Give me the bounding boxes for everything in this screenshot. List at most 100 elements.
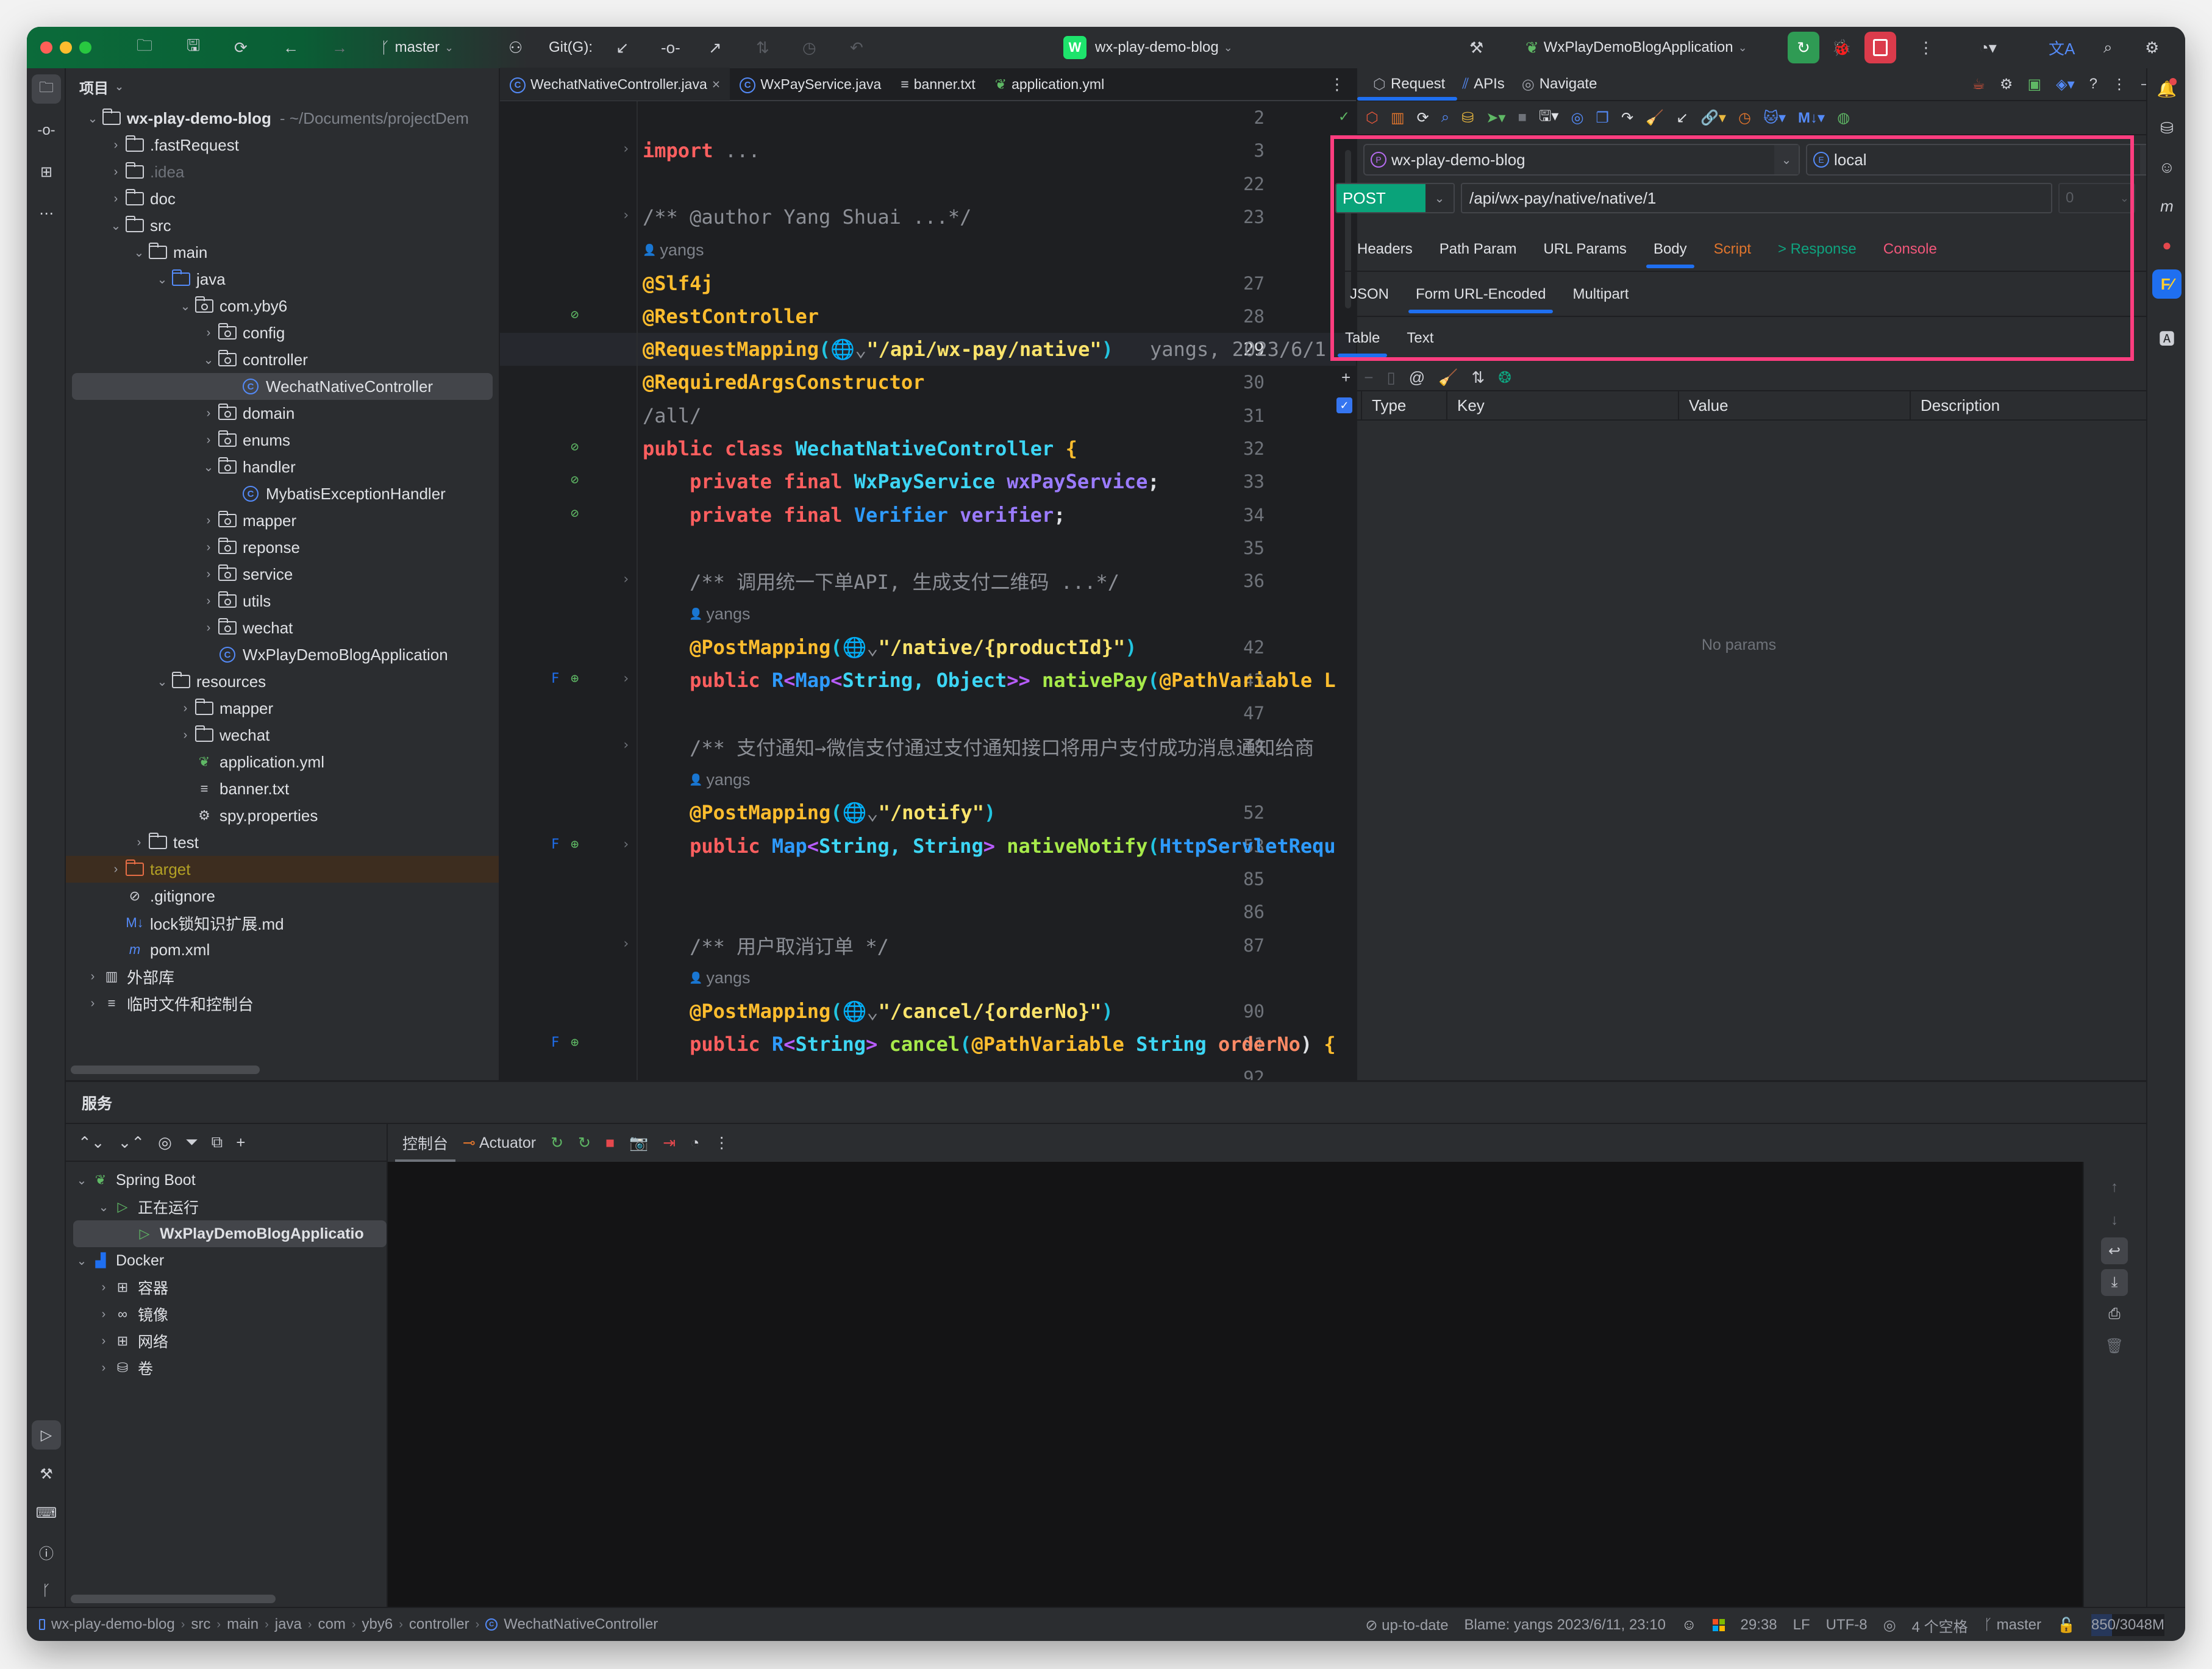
branch-selector[interactable]: ᚴ master ⌄ — [380, 27, 454, 68]
close-tab-icon[interactable]: × — [712, 76, 720, 93]
service-tree-item[interactable]: › ⊞ 网络 — [66, 1328, 387, 1354]
breadcrumb-item[interactable]: WechatNativeController — [504, 1616, 658, 1633]
tree-item[interactable]: ⚙ spy.properties — [66, 802, 499, 829]
code-line[interactable]: /** 调用统一下单API, 生成支付二维码 ...*/ — [643, 564, 1119, 597]
problems-icon[interactable]: ⓘ — [32, 1537, 61, 1567]
tree-item[interactable]: › wechat — [66, 614, 499, 641]
fold-toggle-icon[interactable]: › — [622, 572, 630, 587]
tree-item[interactable]: C MybatisExceptionHandler — [66, 480, 499, 507]
breadcrumb-item[interactable]: wx-play-demo-blog — [51, 1616, 175, 1633]
breadcrumb-item[interactable]: java — [275, 1616, 302, 1633]
code-line[interactable]: /** 用户取消订单 */ — [643, 929, 889, 962]
more-actions-icon[interactable]: ⋮ — [1918, 27, 1934, 68]
chevron-right-icon[interactable]: › — [200, 326, 217, 340]
tree-item[interactable]: ⌄ handler — [66, 454, 499, 480]
code-line[interactable]: public Map < String, String > nativeNotify(… — [643, 830, 1336, 863]
git-commit-icon[interactable]: -o- — [661, 27, 680, 68]
editor-tab[interactable]: C WechatNativeController.java × — [500, 68, 730, 101]
tree-item[interactable]: C WechatNativeController — [72, 373, 493, 400]
view-options-icon[interactable]: ◎ — [158, 1133, 172, 1152]
code-line[interactable]: private final Verifier verifier; — [643, 499, 1066, 532]
code-editor[interactable]: ✓ 2 3 › import ... 22 23 ›/** @author Yang Shu… — [500, 101, 1356, 1080]
markdown-export-icon[interactable]: M↓▾ — [1798, 109, 1825, 127]
remove-param-icon[interactable]: − — [1364, 368, 1373, 387]
chevron-right-icon[interactable]: › — [95, 1281, 112, 1295]
service-tree-item[interactable]: › ⊞ 容器 — [66, 1274, 387, 1301]
chevron-down-icon[interactable]: ⌄ — [130, 245, 148, 260]
notifications-bell-icon[interactable]: 🔔 — [2152, 74, 2182, 104]
tab-multipart[interactable]: Multipart — [1559, 273, 1642, 316]
clear-console-icon[interactable]: 🗑 — [2101, 1333, 2128, 1359]
tree-item[interactable]: ≡ banner.txt — [66, 775, 499, 802]
chevron-down-icon[interactable]: ⌄ — [73, 1173, 90, 1188]
git-branch-status[interactable]: ᚴ master — [1984, 1617, 2041, 1634]
tree-item[interactable]: › enums — [66, 427, 499, 454]
translate-icon[interactable]: 文A — [2049, 27, 2075, 68]
more-tools-icon[interactable]: ⋯ — [32, 199, 61, 228]
git-user-icon[interactable]: ⚇ — [508, 27, 523, 68]
chevron-down-icon[interactable]: ⌄ — [154, 272, 171, 287]
commit-icon[interactable]: -o- — [32, 116, 61, 145]
project-switcher[interactable]: W wx-play-demo-blog ⌄ — [1063, 27, 1233, 68]
tab-form-url-encoded[interactable]: Form URL-Encoded — [1402, 273, 1559, 316]
service-tree-item[interactable]: ⌄ ❦ Spring Boot — [66, 1167, 387, 1194]
tree-item[interactable]: › ▥ 外部库 — [66, 963, 499, 990]
services-scrollbar[interactable] — [71, 1595, 276, 1603]
stop-request-icon[interactable]: ■ — [1518, 109, 1527, 126]
tree-item[interactable]: ❦ application.yml — [66, 749, 499, 775]
fold-toggle-icon[interactable]: › — [622, 936, 630, 952]
fold-toggle-icon[interactable]: › — [622, 837, 630, 852]
environment-select[interactable]: E local ⌄ — [1806, 144, 2166, 176]
code-line[interactable]: @PostMapping(🌐⌄ "/native/{productId}") — [643, 631, 1136, 664]
chevron-right-icon[interactable]: › — [200, 541, 217, 555]
tree-item[interactable]: › wechat — [66, 722, 499, 749]
chevron-down-icon[interactable]: ⌄ — [200, 460, 217, 475]
endpoint-icon[interactable]: ⊕ — [571, 671, 579, 686]
rerun-button[interactable]: ↻ — [1788, 27, 1819, 68]
console-more-icon[interactable]: ⋮ — [714, 1134, 729, 1152]
column-header-description[interactable]: Description — [1910, 390, 2129, 421]
scroll-to-end-icon[interactable]: ⤓ — [2101, 1269, 2128, 1296]
chevron-right-icon[interactable]: › — [200, 568, 217, 582]
chevron-right-icon[interactable]: › — [84, 970, 101, 984]
fast-request-gutter-icon[interactable]: F — [551, 1035, 559, 1050]
history-icon[interactable]: ◷ — [1738, 109, 1751, 127]
tree-item[interactable]: › .fastRequest — [66, 132, 499, 158]
memory-indicator[interactable]: 850/3048M — [2091, 1614, 2164, 1636]
spring-bean-icon[interactable]: ⊘ — [571, 439, 579, 455]
console-tab[interactable]: ⊸ Actuator — [463, 1124, 536, 1162]
sort-az-icon[interactable]: ⇅ — [1471, 368, 1485, 387]
code-line[interactable]: import ... — [643, 134, 760, 167]
profiler-icon[interactable]: ◔▾ — [1979, 27, 1997, 68]
copilot-icon[interactable]: ☺ — [2152, 152, 2182, 182]
dashboard-icon[interactable]: ◔ — [690, 1134, 699, 1152]
tree-item[interactable]: m pom.xml — [66, 936, 499, 963]
breadcrumb-item[interactable]: src — [191, 1616, 210, 1633]
ai-icon[interactable]: ◍ — [1837, 109, 1850, 127]
endpoint-icon[interactable]: ⊕ — [571, 837, 579, 852]
copilot-status-icon[interactable]: ☺ — [1682, 1617, 1697, 1634]
tab-console[interactable]: Console — [1870, 228, 1950, 271]
breadcrumb-item[interactable]: controller — [409, 1616, 469, 1633]
service-tree-item[interactable]: › ∞ 镜像 — [66, 1301, 387, 1328]
print-icon[interactable]: ⎙ — [2101, 1301, 2128, 1328]
stop-icon[interactable]: ■ — [605, 1134, 615, 1152]
scroll-down-icon[interactable]: ↓ — [2101, 1207, 2128, 1234]
add-param-icon[interactable]: + — [1341, 368, 1350, 387]
injected-bean-icon[interactable]: ⊘ — [571, 472, 579, 488]
editor-tab[interactable]: C WxPayService.java — [730, 68, 891, 101]
structure-icon[interactable]: ⊞ — [32, 157, 61, 187]
endpoint-icon[interactable]: ⊕ — [571, 1035, 579, 1050]
vcs-status[interactable]: ⊘ up-to-date — [1365, 1617, 1448, 1634]
tab-table[interactable]: Table — [1332, 317, 1393, 360]
horizontal-scrollbar[interactable] — [71, 1066, 260, 1074]
chevron-right-icon[interactable]: › — [130, 836, 148, 850]
database-icon[interactable]: ⛁ — [1461, 109, 1474, 127]
maven-icon[interactable]: m — [2152, 191, 2182, 221]
import-param-icon[interactable]: @ — [1409, 368, 1425, 387]
chevron-down-icon[interactable]: ⌄ — [177, 299, 194, 314]
request-panel-tab[interactable]: ◎ Navigate — [1522, 68, 1597, 101]
code-line[interactable]: private final WxPayService wxPayService; — [643, 465, 1160, 498]
debug-rerun-icon[interactable]: ↻ — [578, 1134, 591, 1152]
add-service-icon[interactable]: + — [236, 1133, 245, 1152]
